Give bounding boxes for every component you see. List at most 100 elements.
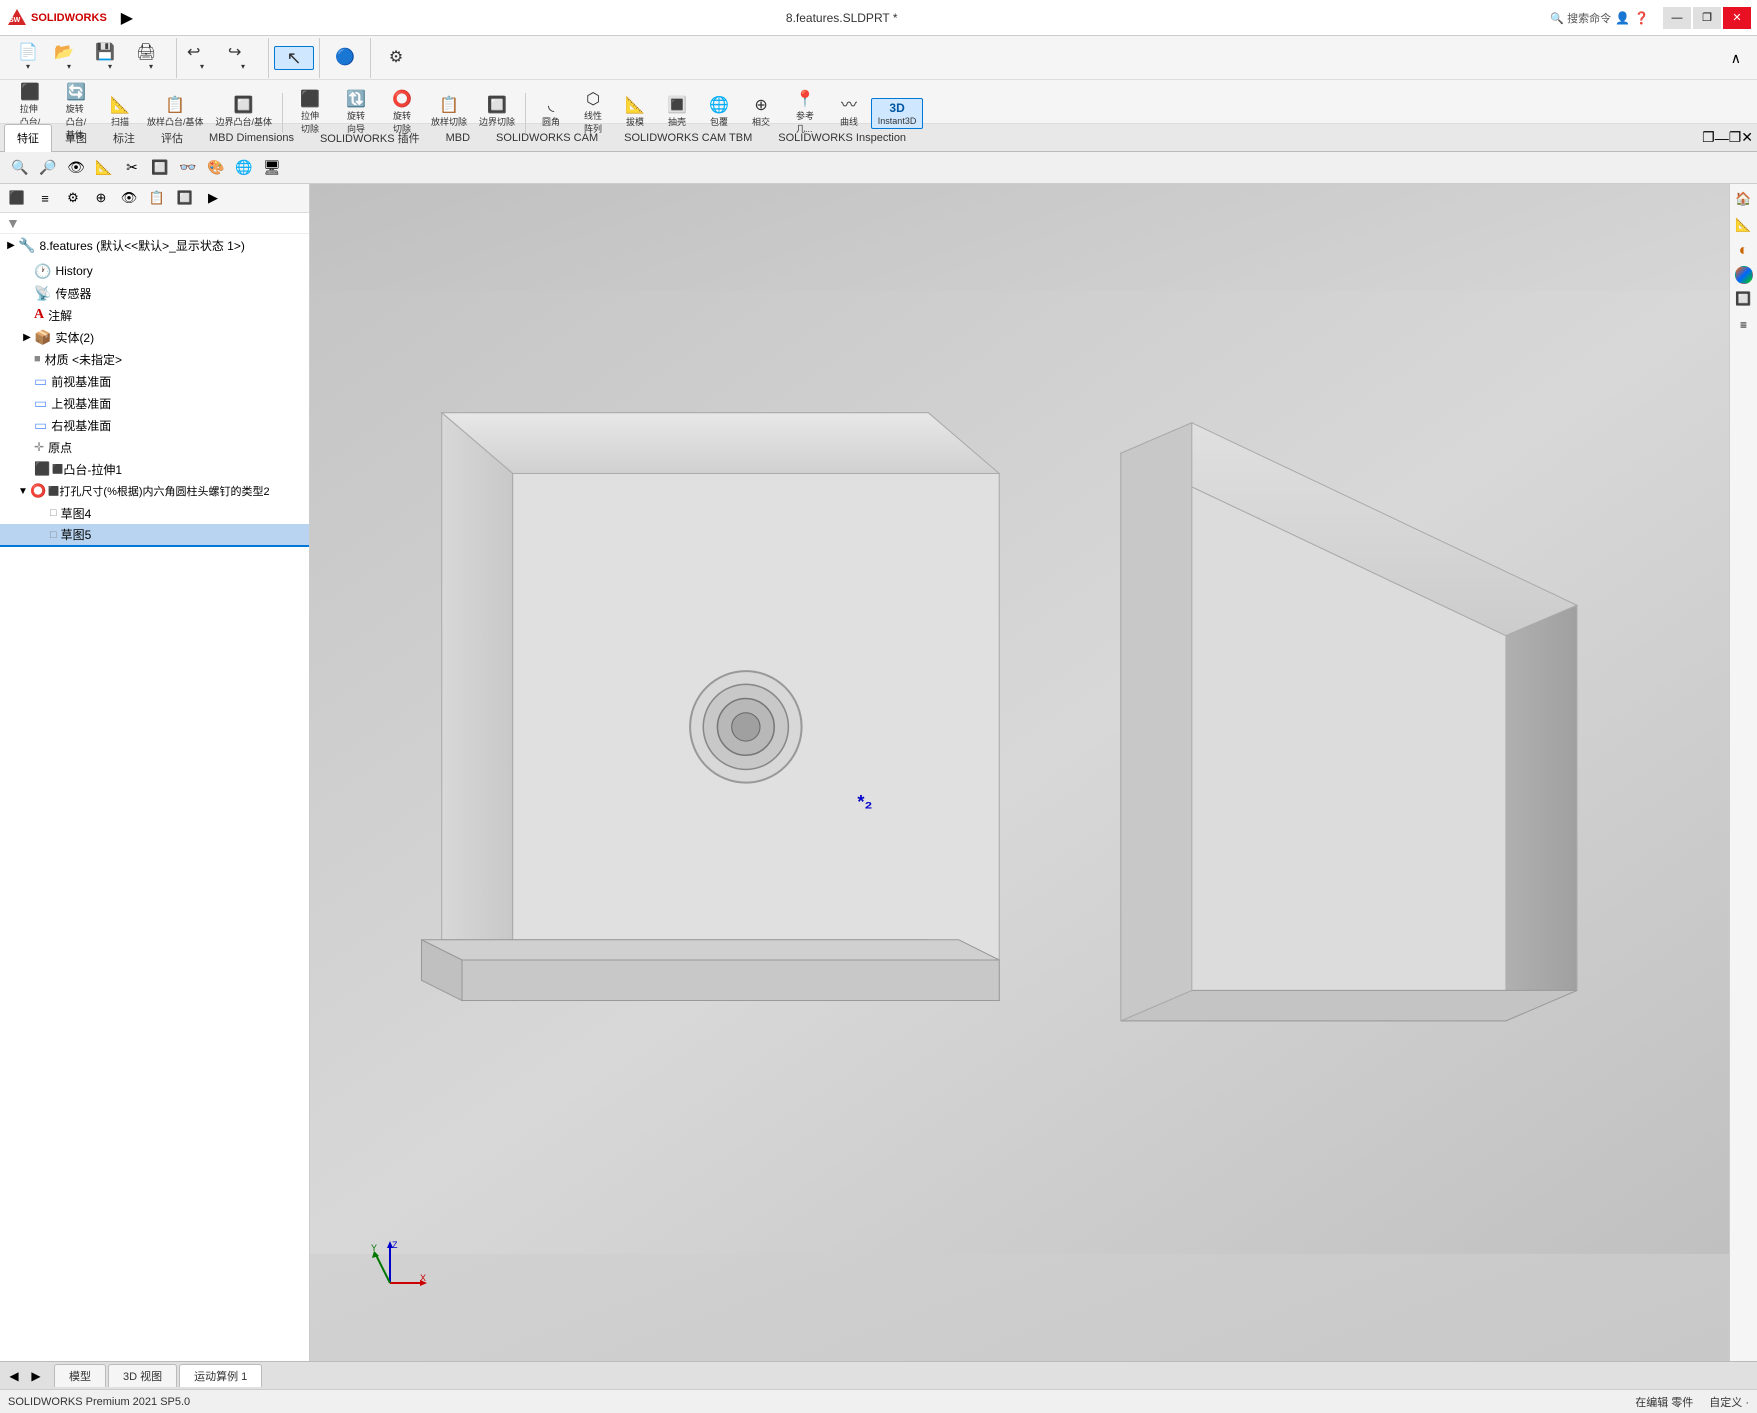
tree-item-material[interactable]: ■ 材质 <未指定> [0,348,309,370]
tree-item-origin[interactable]: ✛ 原点 [0,436,309,458]
config-manager-btn[interactable]: ⚙ [60,186,86,210]
rp-list-btn[interactable]: ≡ [1733,314,1755,336]
bottom-tab-model[interactable]: 模型 [54,1364,106,1387]
logo-text: SOLIDWORKS [31,12,107,24]
appearance-btn[interactable]: 🎨 [204,156,228,180]
search-box[interactable]: 🔍 搜索命令 [1550,10,1611,26]
help-icon[interactable]: ❓ [1634,11,1649,25]
tree-item-sensors[interactable]: 📡 传感器 [0,282,309,304]
open-arrow[interactable]: ▾ [54,62,84,71]
close-button[interactable]: ✕ [1723,7,1751,29]
rebuild-button[interactable]: 🔵 [325,47,365,69]
print-button[interactable]: 🖨 ▾ [131,42,171,74]
sketch5-label: 草图5 [61,526,92,543]
redo-arrow[interactable]: ▾ [228,62,258,71]
right-plane-expand[interactable] [20,418,34,432]
cam-feature-btn[interactable]: 📋 [144,186,170,210]
sep2 [268,38,269,78]
tree-item-solid-bodies[interactable]: ▶ 📦 实体(2) [0,326,309,348]
zoom-in-icon-btn[interactable]: 🔎 [36,156,60,180]
feature-more-btn[interactable]: ▶ [200,186,226,210]
tab-expand-button[interactable]: ❐ [1702,129,1715,146]
tree-item-front-plane[interactable]: ▭ 前视基准面 [0,370,309,392]
property-manager-btn[interactable]: ≡ [32,186,58,210]
tab-close-button[interactable]: — [1715,129,1729,146]
new-button[interactable]: 📄 ▾ [8,42,48,74]
top-plane-expand[interactable] [20,396,34,410]
boss-extrude1-label: 凸台-拉伸1 [63,461,122,478]
viewport[interactable]: *₂ Z X [310,184,1729,1361]
nav-prev[interactable]: ◀ [4,1366,24,1386]
tab-mbd[interactable]: MBD [433,124,483,152]
tree-item-annotations[interactable]: A 注解 [0,304,309,326]
view-orient-btn[interactable]: 👁 [64,156,88,180]
tree-item-right-plane[interactable]: ▭ 右视基准面 [0,414,309,436]
root-expand-icon[interactable]: ▶ [4,238,18,252]
boss-extrude1-expand[interactable] [20,462,34,476]
tab-sw-cam[interactable]: SOLIDWORKS CAM [483,124,611,152]
user-icon[interactable]: 👤 [1615,11,1630,25]
display-style-btn[interactable]: 🔲 [148,156,172,180]
tree-item-sketch5[interactable]: □ 草图5 [0,524,309,547]
tab-mbd-dimensions[interactable]: MBD Dimensions [196,124,307,152]
feature-search-btn[interactable]: 🔲 [172,186,198,210]
restore-button[interactable]: ❐ [1693,7,1721,29]
view-sections-btn[interactable]: 📐 [92,156,116,180]
dim-xpert-btn[interactable]: ⊕ [88,186,114,210]
display-manager-btn[interactable]: 🖥 [260,156,284,180]
options-button[interactable]: ⚙ [376,47,416,69]
save-button[interactable]: 💾 ▾ [90,42,130,74]
open-button[interactable]: 📂 ▾ [49,42,89,74]
nav-next[interactable]: ▶ [26,1366,46,1386]
tab-sw-inspection[interactable]: SOLIDWORKS Inspection [765,124,919,152]
tab-sw-cam-tbm[interactable]: SOLIDWORKS CAM TBM [611,124,765,152]
status-customize[interactable]: 自定义 · [1709,1394,1749,1410]
save-arrow[interactable]: ▾ [95,62,125,71]
rp-home-btn[interactable]: 🏠 [1733,188,1755,210]
hide-show-btn[interactable]: ✂ [120,156,144,180]
view-settings-btn[interactable]: 🌐 [232,156,256,180]
rp-rotate-btn[interactable]: ◐ [1733,240,1755,262]
tree-root[interactable]: ▶ 🔧 8.features (默认<<默认>_显示状态 1>) [0,234,309,256]
bottom-tab-motion[interactable]: 运动算例 1 [179,1364,262,1387]
select-button[interactable]: ↖ [274,46,314,70]
rp-display-btn[interactable]: 🔲 [1733,288,1755,310]
display-manager-btn2[interactable]: 👁 [116,186,142,210]
sensors-expand[interactable] [20,286,34,300]
redo-button[interactable]: ↪ ▾ [223,42,263,74]
rp-measure-btn[interactable]: 📐 [1733,214,1755,236]
undo-arrow[interactable]: ▾ [187,62,217,71]
hole-wizard-expand[interactable]: ▼ [16,484,30,498]
tab-evaluate[interactable]: 评估 [148,124,196,152]
tree-item-boss-extrude1[interactable]: ⬛ ⬛ 凸台-拉伸1 [0,458,309,480]
rp-color-btn[interactable] [1735,266,1753,284]
svg-text:*₂: *₂ [857,791,872,812]
front-plane-expand[interactable] [20,374,34,388]
tab-sw-plugins[interactable]: SOLIDWORKS 插件 [307,124,433,152]
minimize-button[interactable]: — [1663,7,1691,29]
bottom-tab-3dview[interactable]: 3D 视图 [108,1364,177,1387]
tree-item-hole-wizard[interactable]: ▼ ⭕ ⬛ 打孔尺寸(%根据)内六角圆柱头螺钉的类型2 [0,480,309,502]
tab-sketch[interactable]: 草图 [52,124,100,152]
origin-expand[interactable] [20,440,34,454]
tree-item-top-plane[interactable]: ▭ 上视基准面 [0,392,309,414]
print-arrow[interactable]: ▾ [136,62,166,71]
new-arrow[interactable]: ▾ [13,62,43,71]
tab-markup[interactable]: 标注 [100,124,148,152]
solid-bodies-expand[interactable]: ▶ [20,330,34,344]
annotations-expand[interactable] [20,308,34,322]
feature-icon-btn[interactable]: ⬛ [4,186,30,210]
tab-features[interactable]: 特征 [4,124,52,152]
zoom-out-icon-btn[interactable]: 🔍 [8,156,32,180]
toolbar-collapse[interactable]: ∧ [1723,48,1749,69]
undo-button[interactable]: ↩ ▾ [182,42,222,74]
material-expand[interactable] [20,352,34,366]
tree-item-history[interactable]: 🕐 History [0,260,309,282]
tree-item-sketch4[interactable]: □ 草图4 [0,502,309,524]
tab-restore-button[interactable]: ❐ [1729,129,1742,146]
scene-btn[interactable]: 👓 [176,156,200,180]
axis-svg: Z X Y [370,1238,430,1298]
hole-wizard-label: 打孔尺寸(%根据)内六角圆柱头螺钉的类型2 [59,483,269,499]
history-expand[interactable] [20,264,34,278]
tab-winclose-button[interactable]: ✕ [1741,129,1753,146]
